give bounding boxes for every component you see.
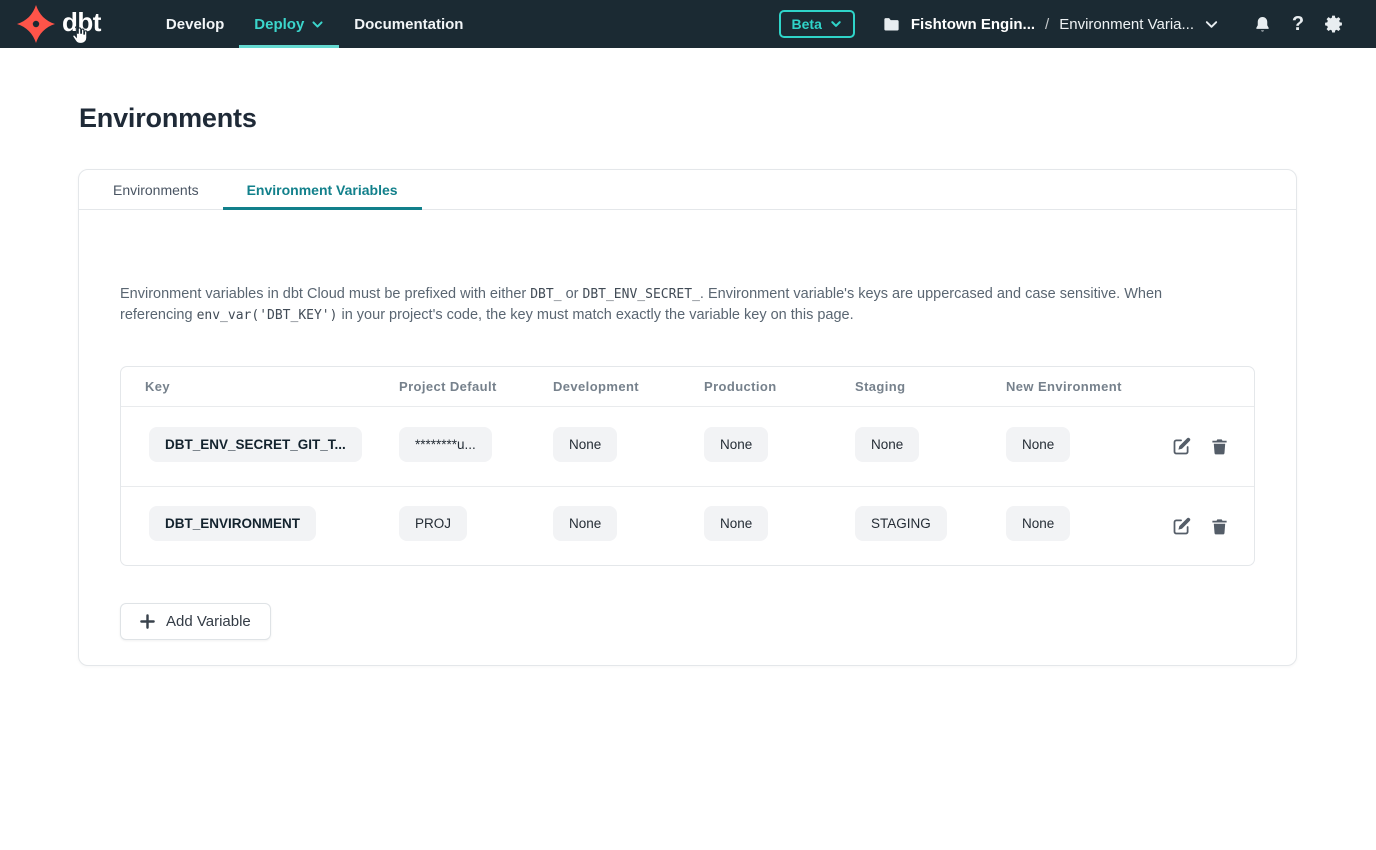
notifications-bell-icon[interactable] — [1250, 12, 1274, 36]
plus-icon — [140, 614, 155, 629]
breadcrumb-separator: / — [1045, 16, 1049, 33]
tab-environments[interactable]: Environments — [89, 170, 223, 209]
add-variable-button[interactable]: Add Variable — [120, 603, 271, 640]
tab-bar: Environments Environment Variables — [79, 170, 1296, 210]
env-var-production-pill: None — [704, 506, 768, 541]
row-actions — [1151, 516, 1254, 537]
column-header-production: Production — [696, 379, 847, 394]
top-nav: dbt Develop Deploy Documentation Beta Fi… — [0, 0, 1376, 48]
tab-environment-variables[interactable]: Environment Variables — [223, 170, 422, 209]
column-header-new-environment: New Environment — [998, 379, 1151, 394]
env-var-staging-pill: None — [855, 427, 919, 462]
column-header-key: Key — [121, 379, 391, 394]
env-var-new-environment-pill: None — [1006, 506, 1070, 541]
active-tab-underline — [223, 207, 422, 210]
edit-variable-button[interactable] — [1171, 516, 1192, 537]
help-icon[interactable]: ? — [1286, 12, 1310, 36]
code-env-var-example: env_var('DBT_KEY') — [197, 308, 338, 323]
edit-variable-button[interactable] — [1171, 436, 1192, 457]
env-var-key-pill: DBT_ENVIRONMENT — [149, 506, 316, 541]
beta-dropdown[interactable]: Beta — [779, 10, 855, 38]
tab-panel-environment-variables: Environment variables in dbt Cloud must … — [79, 284, 1296, 640]
dbt-logo-icon — [16, 4, 56, 44]
folder-icon — [882, 15, 901, 34]
chevron-down-icon — [311, 18, 324, 31]
table-row: DBT_ENV_SECRET_GIT_T... ********u... Non… — [121, 407, 1254, 486]
breadcrumb-page[interactable]: Environment Varia... — [1059, 16, 1194, 33]
nav-right: Beta Fishtown Engin... / Environment Var… — [779, 0, 1346, 48]
table-header-row: Key Project Default Development Producti… — [121, 367, 1254, 407]
nav-item-documentation[interactable]: Documentation — [339, 0, 478, 48]
env-var-development-pill: None — [553, 427, 617, 462]
main-content: Environments Environments Environment Va… — [0, 103, 1376, 666]
env-var-development-pill: None — [553, 506, 617, 541]
env-var-project-default-pill: PROJ — [399, 506, 467, 541]
delete-variable-button[interactable] — [1209, 516, 1230, 537]
nav-item-develop[interactable]: Develop — [151, 0, 239, 48]
breadcrumb-project[interactable]: Fishtown Engin... — [911, 16, 1035, 33]
column-header-development: Development — [545, 379, 696, 394]
env-variables-table: Key Project Default Development Producti… — [120, 366, 1255, 566]
dbt-logo-text: dbt — [62, 9, 101, 39]
delete-variable-button[interactable] — [1209, 436, 1230, 457]
nav-item-deploy[interactable]: Deploy — [239, 0, 339, 48]
code-prefix-dbt: DBT_ — [530, 287, 561, 302]
code-prefix-dbt-env-secret: DBT_ENV_SECRET_ — [583, 287, 700, 302]
chevron-down-icon[interactable] — [1204, 17, 1219, 32]
page-title: Environments — [79, 103, 1376, 134]
deploy-active-underline — [239, 45, 339, 48]
breadcrumb: Fishtown Engin... / Environment Varia... — [882, 15, 1219, 34]
env-var-production-pill: None — [704, 427, 768, 462]
column-header-staging: Staging — [847, 379, 998, 394]
env-var-project-default-pill: ********u... — [399, 427, 492, 462]
row-actions — [1151, 436, 1254, 457]
nav-icon-group: ? — [1250, 12, 1346, 36]
chevron-down-icon — [830, 18, 842, 30]
env-var-new-environment-pill: None — [1006, 427, 1070, 462]
env-var-key-pill: DBT_ENV_SECRET_GIT_T... — [149, 427, 362, 462]
settings-gear-icon[interactable] — [1322, 12, 1346, 36]
table-row: DBT_ENVIRONMENT PROJ None None STAGING N… — [121, 486, 1254, 565]
env-var-staging-pill: STAGING — [855, 506, 947, 541]
dbt-logo[interactable]: dbt — [16, 0, 127, 48]
column-header-project-default: Project Default — [391, 379, 545, 394]
environments-card: Environments Environment Variables Envir… — [78, 169, 1297, 666]
env-vars-description: Environment variables in dbt Cloud must … — [120, 284, 1225, 326]
primary-nav: Develop Deploy Documentation — [151, 0, 479, 48]
